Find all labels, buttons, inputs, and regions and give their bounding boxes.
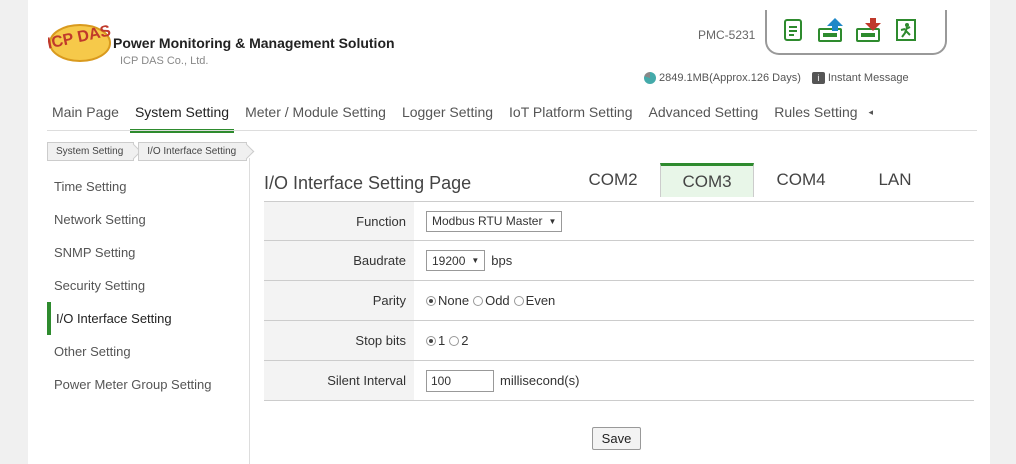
baudrate-row: Baudrate 19200 ▼ bps	[264, 241, 974, 281]
nav-advanced-setting[interactable]: Advanced Setting	[644, 93, 764, 131]
stopbits-label: Stop bits	[264, 321, 414, 360]
stopbits-option-1[interactable]: 1	[426, 333, 445, 348]
nav-system-setting[interactable]: System Setting	[129, 93, 235, 133]
radio-icon[interactable]	[513, 295, 524, 306]
upload-icon[interactable]	[817, 16, 845, 44]
sidebar-item-network-setting[interactable]: Network Setting	[47, 203, 250, 236]
radio-icon[interactable]	[449, 335, 460, 346]
sidebar-item-snmp-setting[interactable]: SNMP Setting	[47, 236, 250, 269]
silent-interval-unit: millisecond(s)	[500, 373, 580, 388]
nav-rules-setting[interactable]: Rules Setting	[769, 93, 862, 131]
chevron-down-icon: ▼	[548, 216, 557, 226]
sidebar-item-other-setting[interactable]: Other Setting	[47, 335, 250, 368]
sidebar-divider	[249, 158, 250, 464]
stopbits-option-2[interactable]: 2	[449, 333, 468, 348]
sidebar-item-security-setting[interactable]: Security Setting	[47, 269, 250, 302]
breadcrumb-system-setting[interactable]: System Setting	[47, 142, 135, 161]
function-row: Function Modbus RTU Master ▼	[264, 201, 974, 241]
save-button[interactable]: Save	[592, 427, 641, 450]
silent-interval-input[interactable]: 100	[426, 369, 494, 392]
nav-logger-setting[interactable]: Logger Setting	[397, 93, 498, 131]
brand-subtitle: ICP DAS Co., Ltd.	[120, 55, 209, 67]
parity-option-even[interactable]: Even	[513, 293, 555, 308]
baudrate-label: Baudrate	[264, 241, 414, 280]
baudrate-unit: bps	[491, 253, 513, 268]
sidebar: Time Setting Network Setting SNMP Settin…	[47, 170, 250, 464]
radio-selected-icon[interactable]	[426, 335, 436, 346]
tab-com4[interactable]: COM4	[754, 163, 848, 197]
storage-pie-icon	[644, 72, 656, 84]
instant-message-link[interactable]: Instant Message	[828, 72, 909, 84]
io-settings-form: Function Modbus RTU Master ▼ Baudrate 19…	[264, 201, 974, 401]
function-label: Function	[264, 202, 414, 240]
function-select[interactable]: Modbus RTU Master ▼	[426, 210, 563, 232]
main-nav: Main Page System Setting Meter / Module …	[47, 92, 874, 133]
nav-iot-platform-setting[interactable]: IoT Platform Setting	[504, 93, 637, 131]
model-name: PMC-5231	[698, 28, 756, 42]
baudrate-select[interactable]: 19200 ▼	[426, 250, 486, 271]
page-title: I/O Interface Setting Page	[264, 173, 472, 193]
toolbar-icon-tray	[765, 10, 947, 55]
radio-icon[interactable]	[473, 295, 484, 306]
silent-interval-label: Silent Interval	[264, 361, 414, 400]
sidebar-item-io-interface-setting[interactable]: I/O Interface Setting	[47, 302, 250, 335]
nav-scroll-left-icon[interactable]: ◂	[869, 107, 874, 118]
silent-interval-row: Silent Interval 100 millisecond(s)	[264, 361, 974, 401]
breadcrumb: System Setting I/O Interface Setting	[47, 142, 251, 161]
logout-icon[interactable]	[893, 16, 921, 44]
download-icon[interactable]	[855, 16, 883, 44]
stopbits-row: Stop bits 1 2	[264, 321, 974, 361]
nav-meter-module-setting[interactable]: Meter / Module Setting	[240, 93, 391, 131]
parity-option-odd[interactable]: Odd	[473, 293, 510, 308]
document-icon[interactable]	[779, 16, 807, 44]
tab-lan[interactable]: LAN	[848, 163, 942, 197]
sidebar-item-time-setting[interactable]: Time Setting	[47, 170, 250, 203]
parity-row: Parity None Odd Even	[264, 281, 974, 321]
brand-title: Power Monitoring & Management Solution	[113, 35, 395, 51]
breadcrumb-io-interface-setting[interactable]: I/O Interface Setting	[138, 142, 248, 161]
tab-com2[interactable]: COM2	[566, 163, 660, 197]
nav-divider	[47, 130, 977, 131]
nav-main-page[interactable]: Main Page	[47, 93, 124, 131]
storage-status: 2849.1MB(Approx.126 Days) i Instant Mess…	[644, 72, 909, 84]
page: ICP DAS Power Monitoring & Management So…	[28, 0, 990, 464]
tab-com3[interactable]: COM3	[660, 163, 754, 197]
chevron-down-icon: ▼	[471, 256, 480, 265]
sidebar-item-power-meter-group-setting[interactable]: Power Meter Group Setting	[47, 368, 250, 401]
function-select-value: Modbus RTU Master	[432, 214, 543, 228]
baudrate-select-value: 19200	[432, 253, 466, 268]
parity-label: Parity	[264, 281, 414, 320]
storage-text: 2849.1MB(Approx.126 Days)	[659, 72, 801, 84]
message-icon[interactable]: i	[811, 72, 825, 84]
com-tabs: COM2 COM3 COM4 LAN	[566, 163, 942, 197]
icpdas-logo: ICP DAS	[48, 22, 113, 62]
radio-selected-icon[interactable]	[426, 295, 436, 306]
parity-option-none[interactable]: None	[426, 293, 469, 308]
